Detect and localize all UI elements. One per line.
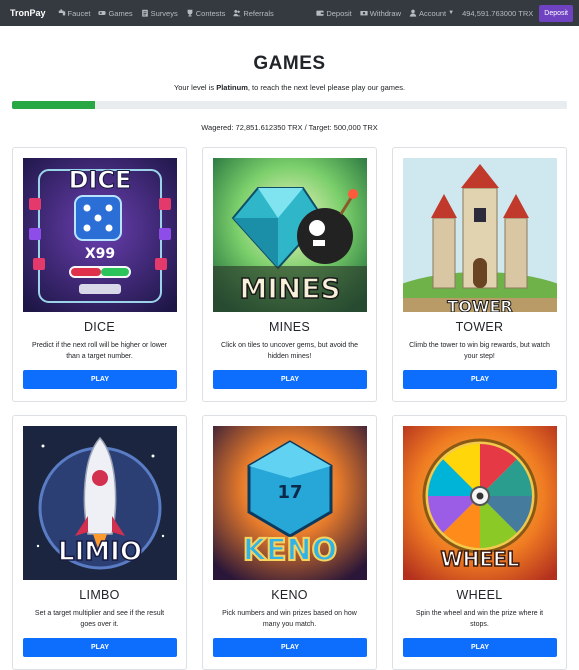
nav-item-games[interactable]: Games bbox=[98, 8, 133, 18]
dice-game-image[interactable]: DICE X99 bbox=[23, 158, 177, 312]
game-card-dice: DICE X99 DICE Predict if the next roll w… bbox=[12, 147, 187, 402]
page-title: GAMES bbox=[253, 53, 326, 74]
nav-withdraw-link[interactable]: Withdraw bbox=[360, 9, 401, 18]
game-title: KENO bbox=[271, 588, 308, 602]
gamepad-icon bbox=[98, 9, 107, 17]
keno-game-image[interactable]: 17 KENO bbox=[213, 426, 367, 580]
nav-item-faucet[interactable]: Faucet bbox=[58, 8, 91, 18]
game-title: DICE bbox=[83, 320, 116, 334]
balance-display: 494,591.763000 TRX bbox=[462, 8, 534, 18]
account-label: Account bbox=[419, 8, 447, 18]
game-card-wheel: WHEEL WHEEL Spin the wheel and win the p… bbox=[392, 415, 567, 670]
keno-art-title: KENO bbox=[243, 533, 337, 568]
nav-item-label: Games bbox=[108, 8, 133, 18]
game-card-tower: TOWER TOWER Climb the tower to win big r… bbox=[392, 147, 567, 402]
nav-item-referrals[interactable]: Referrals bbox=[233, 8, 274, 18]
wagered-text: Wagered: 72,851.612350 TRX / Target: 500… bbox=[201, 123, 378, 132]
play-tower-button[interactable]: PLAY bbox=[403, 370, 557, 389]
faucet-icon bbox=[58, 9, 66, 17]
game-description: Set a target multiplier and see if the r… bbox=[34, 610, 165, 628]
game-card-mines: MINES MINES Click on tiles to uncover ge… bbox=[202, 147, 377, 402]
level-name: Platinum bbox=[216, 83, 248, 92]
wheel-art-title: WHEEL bbox=[441, 547, 520, 571]
chevron-down-icon: ▼ bbox=[448, 10, 455, 16]
trophy-icon bbox=[186, 9, 194, 17]
dice-art-multiplier: X99 bbox=[85, 246, 115, 262]
game-description: Click on tiles to uncover gems, but avoi… bbox=[221, 342, 358, 360]
game-title: MINES bbox=[268, 320, 311, 334]
limbo-game-image[interactable]: LIMIO bbox=[23, 426, 177, 580]
game-card-limbo: LIMIO LIMBO Set a target multiplier and … bbox=[12, 415, 187, 670]
game-card-keno: 17 KENO KENO Pick numbers and win prizes… bbox=[202, 415, 377, 670]
clipboard-icon bbox=[141, 9, 149, 17]
nav-item-surveys[interactable]: Surveys bbox=[141, 9, 178, 18]
game-description: Pick numbers and win prizes based on how… bbox=[222, 610, 357, 628]
deposit-button[interactable]: Deposit bbox=[539, 4, 573, 22]
game-description: Spin the wheel and win the prize where i… bbox=[415, 610, 544, 628]
wallet-icon bbox=[316, 9, 324, 17]
level-suffix: , to reach the next level please play ou… bbox=[247, 83, 406, 92]
keno-art-number: 17 bbox=[277, 482, 302, 503]
mines-game-image[interactable]: MINES bbox=[213, 158, 367, 312]
play-dice-button[interactable]: PLAY bbox=[23, 370, 177, 389]
user-icon bbox=[409, 9, 417, 17]
top-navbar: TronPay Faucet Games Surveys Contests Re… bbox=[0, 0, 579, 26]
play-keno-button[interactable]: PLAY bbox=[213, 638, 367, 657]
limbo-art-title: LIMIO bbox=[58, 537, 142, 567]
nav-account-dropdown[interactable]: Account ▼ bbox=[409, 9, 454, 18]
nav-item-label: Surveys bbox=[150, 8, 178, 18]
game-title: TOWER bbox=[455, 320, 504, 334]
level-progress-fill bbox=[12, 101, 96, 109]
games-grid: DICE X99 DICE Predict if the next roll w… bbox=[12, 147, 567, 670]
play-wheel-button[interactable]: PLAY bbox=[403, 638, 557, 657]
mines-art-title: MINES bbox=[239, 272, 340, 305]
tower-game-image[interactable]: TOWER bbox=[403, 158, 557, 312]
nav-right: Deposit Withdraw Account ▼ 494,591.76300… bbox=[316, 4, 573, 22]
tower-art-title: TOWER bbox=[447, 297, 512, 312]
nav-item-contests[interactable]: Contests bbox=[186, 8, 226, 18]
nav-item-label: Faucet bbox=[67, 8, 91, 18]
play-limbo-button[interactable]: PLAY bbox=[23, 638, 177, 657]
nav-links: Faucet Games Surveys Contests Referrals bbox=[58, 9, 282, 18]
nav-item-label: Referrals bbox=[243, 8, 274, 18]
users-icon bbox=[233, 9, 241, 17]
level-prefix: Your level is bbox=[173, 83, 217, 92]
game-title: WHEEL bbox=[456, 588, 503, 602]
wheel-game-image[interactable]: WHEEL bbox=[403, 426, 557, 580]
play-mines-button[interactable]: PLAY bbox=[213, 370, 367, 389]
brand-logo[interactable]: TronPay bbox=[10, 8, 46, 18]
dice-art-title: DICE bbox=[69, 166, 132, 194]
game-description: Predict if the next roll will be higher … bbox=[31, 342, 167, 360]
nav-item-label: Contests bbox=[195, 8, 226, 18]
withdraw-label: Withdraw bbox=[369, 8, 402, 18]
game-title: LIMBO bbox=[79, 588, 120, 602]
deposit-label: Deposit bbox=[326, 8, 352, 18]
level-progress-bar bbox=[12, 101, 567, 109]
nav-deposit-link[interactable]: Deposit bbox=[316, 8, 352, 18]
game-description: Climb the tower to win big rewards, but … bbox=[409, 342, 550, 360]
level-message: Your level is Platinum, to reach the nex… bbox=[0, 83, 579, 92]
money-icon bbox=[360, 9, 368, 17]
